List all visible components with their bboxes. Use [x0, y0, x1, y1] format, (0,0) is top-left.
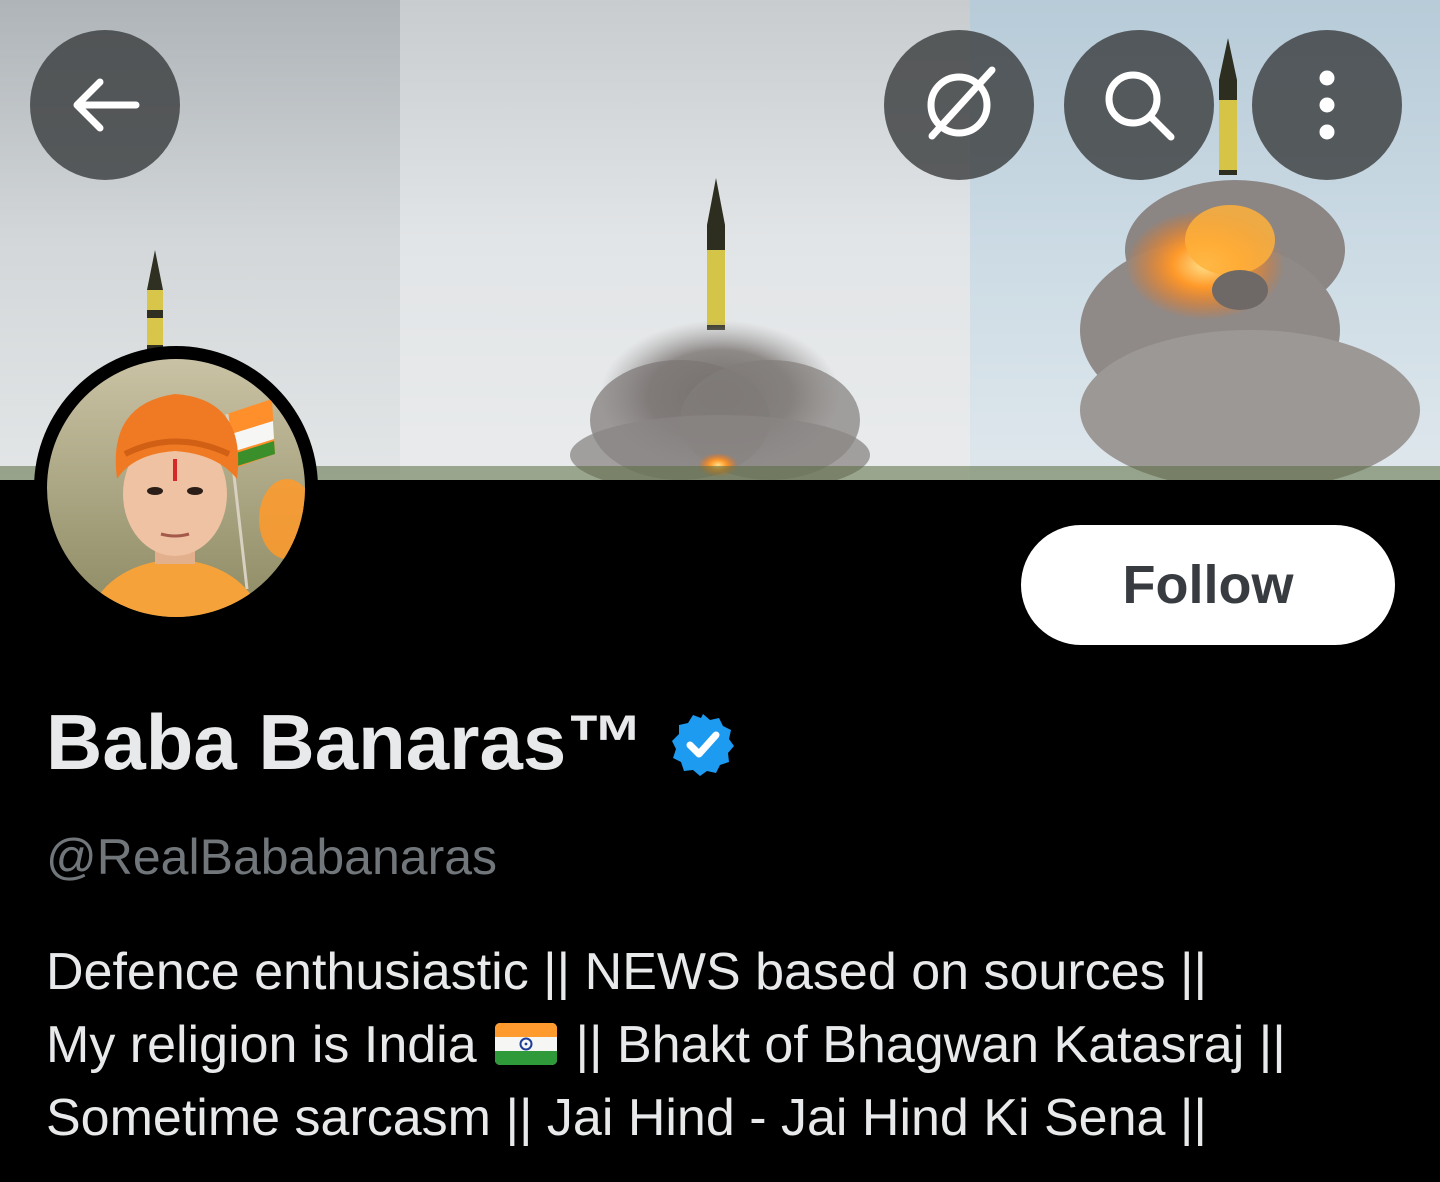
- india-flag-icon: [495, 1023, 558, 1066]
- avatar-image: [47, 359, 305, 617]
- bio-line-3: Sometime sarcasm || Jai Hind - Jai Hind …: [46, 1089, 1207, 1147]
- arrow-left-icon: [73, 78, 140, 132]
- profile-page: Follow Baba Banaras™ @RealBababanaras De…: [0, 0, 1440, 1182]
- more-vertical-icon: [1319, 70, 1335, 140]
- grok-button[interactable]: [884, 30, 1034, 180]
- bio-line-2-end: || Bhakt of Bhagwan Katasraj ||: [561, 1016, 1286, 1074]
- follow-button[interactable]: Follow: [1021, 525, 1395, 645]
- bio-line-2-start: My religion is India: [46, 1016, 492, 1074]
- avatar[interactable]: [34, 346, 318, 630]
- bio-line-2: My religion is India || Bhakt of Bhagwan…: [46, 1009, 1416, 1082]
- search-button[interactable]: [1064, 30, 1214, 180]
- grok-icon: [927, 66, 996, 140]
- bio-line-1: Defence enthusiastic || NEWS based on so…: [46, 943, 1208, 1001]
- back-button[interactable]: [30, 30, 180, 180]
- search-icon: [1105, 71, 1175, 141]
- display-name: Baba Banaras™: [46, 697, 645, 786]
- user-handle: @RealBababanaras: [46, 829, 498, 885]
- display-name-row: Baba Banaras™: [46, 692, 736, 792]
- verified-badge-icon[interactable]: [670, 711, 736, 777]
- profile-bio: Defence enthusiastic || NEWS based on so…: [46, 936, 1416, 1155]
- more-button[interactable]: [1252, 30, 1402, 180]
